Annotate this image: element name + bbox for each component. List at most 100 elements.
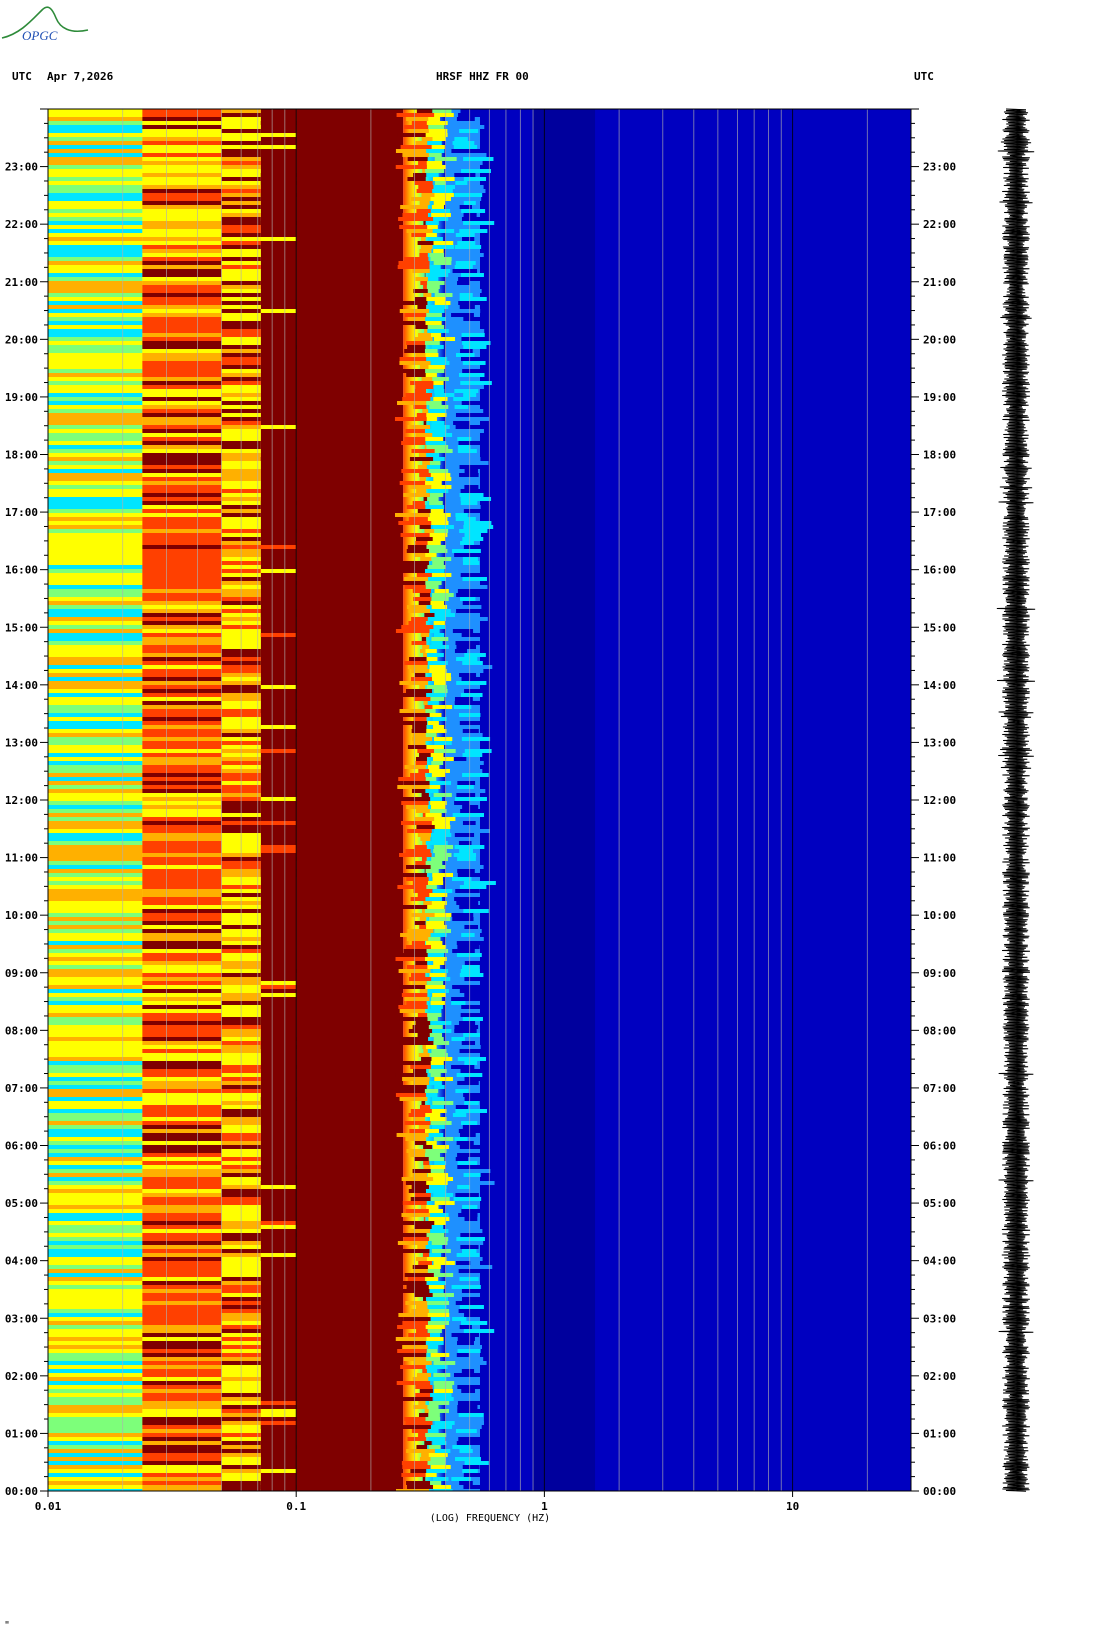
edge-row xyxy=(433,625,446,629)
heat-row xyxy=(142,957,222,961)
edge-row xyxy=(432,537,446,541)
edge-row xyxy=(396,1353,427,1357)
edge-row xyxy=(426,729,447,733)
edge-row xyxy=(457,281,470,285)
edge-row xyxy=(426,357,448,361)
heat-row xyxy=(142,293,222,297)
edge-row xyxy=(407,665,428,669)
edge-row xyxy=(418,1401,426,1405)
edge-row xyxy=(399,681,429,685)
edge-row xyxy=(457,1177,474,1181)
edge-row xyxy=(453,777,478,781)
heat-row xyxy=(48,433,143,437)
edge-row xyxy=(457,1337,475,1341)
heat-row xyxy=(142,1029,222,1033)
edge-row xyxy=(426,161,443,165)
time-label-right: 19:00 xyxy=(923,391,956,404)
heat-row xyxy=(142,833,222,837)
heat-row xyxy=(142,1181,222,1185)
edge-row xyxy=(418,1261,433,1265)
heat-row xyxy=(142,361,222,365)
edge-row xyxy=(457,449,477,453)
edge-row xyxy=(451,1285,481,1289)
heat-row xyxy=(142,1153,222,1157)
heat-row xyxy=(142,169,222,173)
edge-row xyxy=(425,1093,438,1097)
heat-row xyxy=(142,1133,222,1137)
edge-row xyxy=(464,469,478,473)
heat-row xyxy=(142,405,222,409)
heat-row xyxy=(142,1449,222,1453)
heat-row xyxy=(142,425,222,429)
heat-row xyxy=(48,793,143,797)
edge-row xyxy=(454,581,468,585)
heat-row xyxy=(48,809,143,813)
edge-row xyxy=(451,313,474,317)
heat-row xyxy=(48,597,143,601)
heat-row xyxy=(142,877,222,881)
heat-row xyxy=(48,997,143,1001)
edge-row xyxy=(411,641,427,645)
edge-row xyxy=(459,1305,484,1309)
edge-row xyxy=(459,669,484,673)
edge-row xyxy=(427,965,440,969)
edge-row xyxy=(405,393,433,397)
heat-row xyxy=(48,833,143,837)
heat-row xyxy=(142,861,222,865)
time-label-right: 12:00 xyxy=(923,794,956,807)
heat-row xyxy=(142,757,222,761)
edge-row xyxy=(454,897,481,901)
edge-row xyxy=(431,333,442,337)
edge-row xyxy=(428,1413,440,1417)
heat-row xyxy=(142,1121,222,1125)
heat-row xyxy=(48,305,143,309)
edge-row xyxy=(428,549,448,553)
edge-row xyxy=(426,417,437,421)
edge-row xyxy=(429,1253,442,1257)
edge-row xyxy=(452,1357,484,1361)
edge-row xyxy=(458,1213,478,1217)
edge-row xyxy=(430,945,447,949)
heat-row xyxy=(48,317,143,321)
edge-row xyxy=(460,197,482,201)
heat-row xyxy=(142,717,222,721)
heat-row xyxy=(142,321,222,325)
edge-row xyxy=(460,329,485,333)
edge-row xyxy=(459,493,484,497)
edge-row xyxy=(462,773,489,777)
edge-row xyxy=(464,1101,479,1105)
heat-row xyxy=(48,1233,143,1237)
edge-row xyxy=(426,949,449,953)
edge-row xyxy=(427,653,444,657)
heat-row xyxy=(142,1017,222,1021)
heat-row xyxy=(142,681,222,685)
heat-row xyxy=(142,161,222,165)
heat-row xyxy=(48,1133,143,1137)
edge-row xyxy=(429,461,441,465)
heat-row xyxy=(48,1249,143,1253)
edge-row xyxy=(456,1261,471,1265)
heat-row xyxy=(260,1233,297,1237)
heat-row xyxy=(142,433,222,437)
edge-row xyxy=(461,761,484,765)
edge-row xyxy=(429,669,447,673)
edge-row xyxy=(434,681,447,685)
edge-row xyxy=(426,173,439,177)
heat-row xyxy=(48,1441,143,1445)
edge-row xyxy=(459,585,488,589)
edge-row xyxy=(412,1081,431,1085)
heat-row xyxy=(260,869,297,873)
heat-row xyxy=(260,613,297,617)
heat-row xyxy=(142,1393,222,1397)
heat-row xyxy=(48,785,143,789)
edge-row xyxy=(457,417,490,421)
heat-row xyxy=(142,701,222,705)
edge-row xyxy=(455,1457,481,1461)
heat-row xyxy=(48,741,143,745)
heat-row xyxy=(142,437,222,441)
edge-row xyxy=(432,229,455,233)
edge-row xyxy=(428,1377,447,1381)
edge-row xyxy=(464,505,481,509)
edge-row xyxy=(415,385,434,389)
edge-row xyxy=(463,345,487,349)
